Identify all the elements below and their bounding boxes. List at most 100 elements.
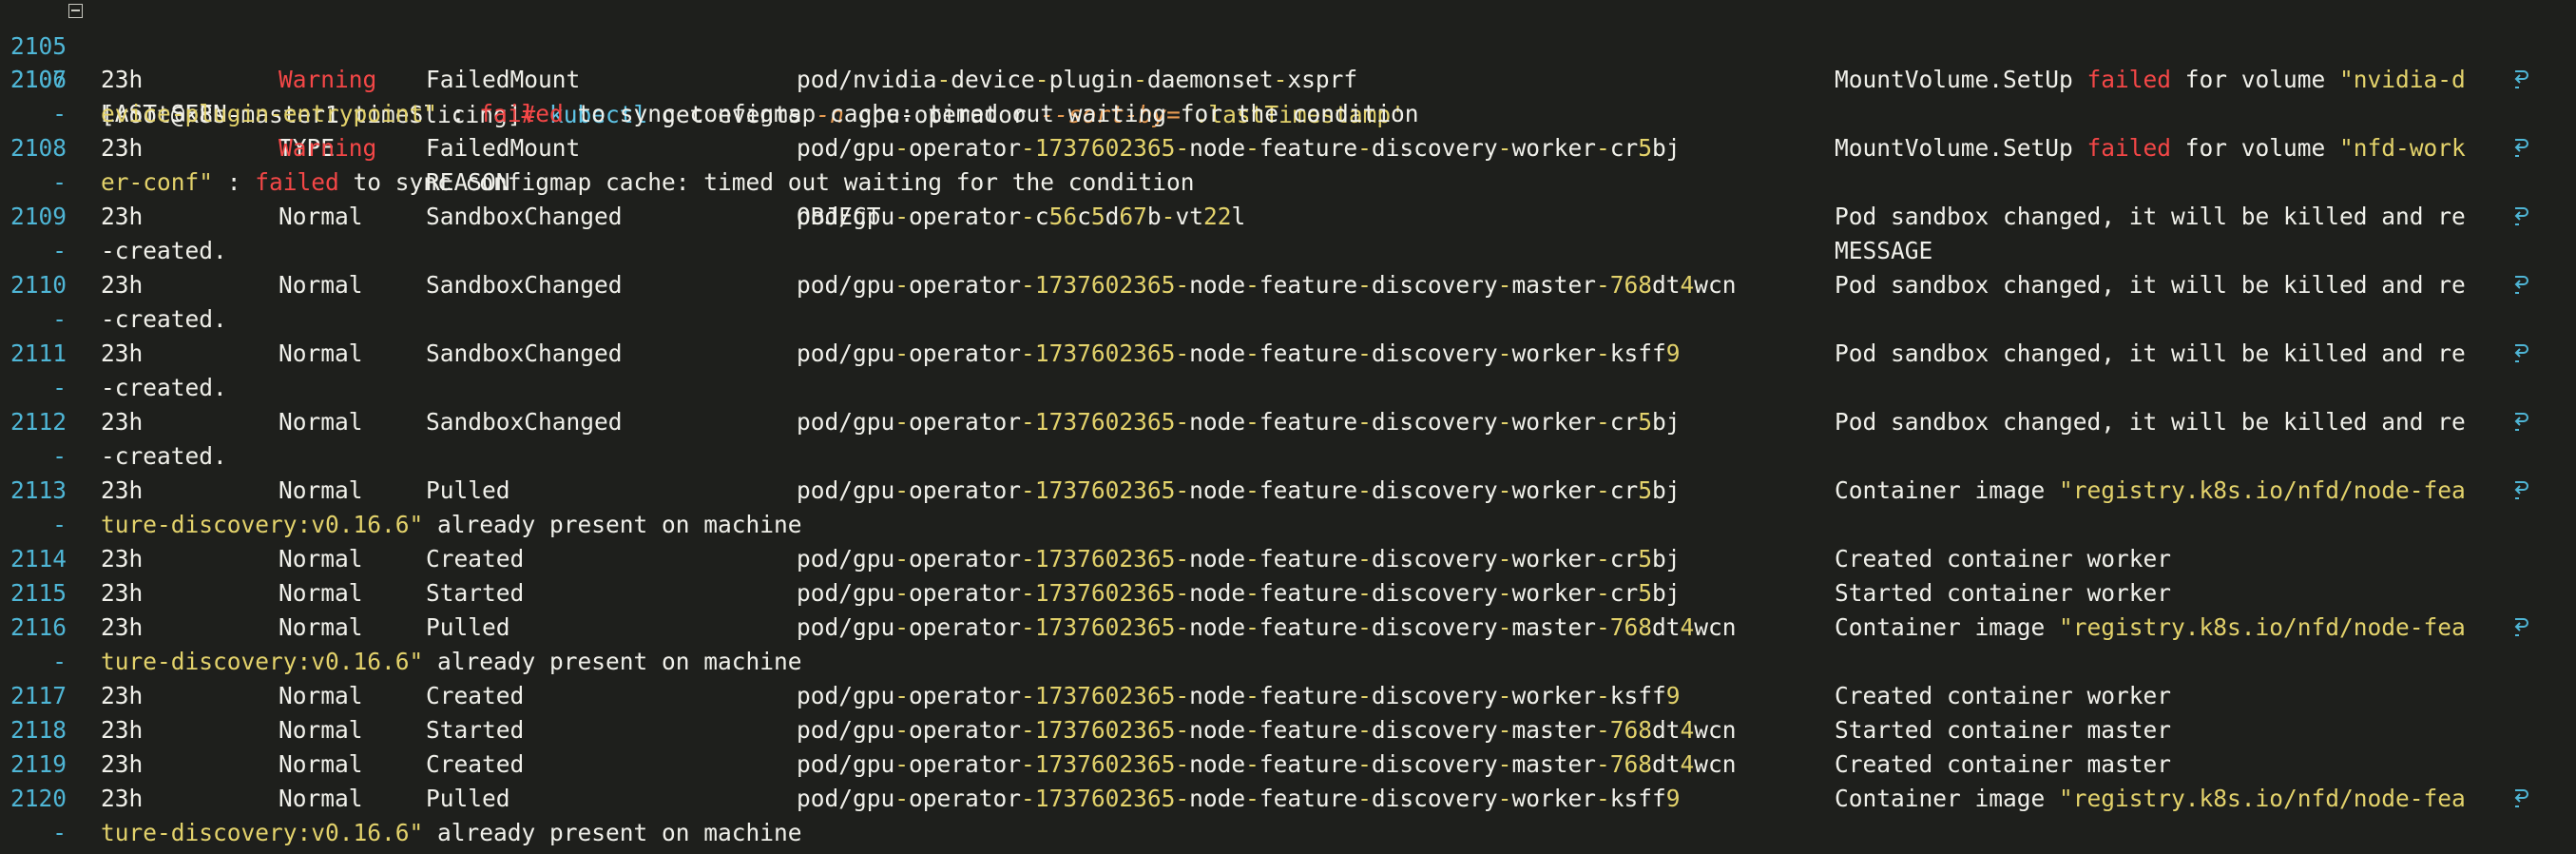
event-row: 2119 23h Normal Created pod/gpu-operator-173… [0,747,2576,782]
event-type: Warning [279,134,377,162]
event-last-seen: 23h [101,134,144,162]
event-reason: Started [426,716,525,744]
wrap-marker: - [52,305,67,333]
event-reason: SandboxChanged [426,408,623,436]
event-row: 2114 23h Normal Created pod/gpu-operator-173… [0,542,2576,576]
event-last-seen: 23h [101,785,144,812]
line-number: 2116 [10,613,67,641]
event-reason: FailedMount [426,66,581,93]
event-message-continuation: -created. [101,237,227,264]
event-row-continuation: - ture-discovery:v0.16.6" already present… [0,645,2576,679]
event-message-continuation: -created. [101,442,227,470]
message-part: er-conf" [101,168,214,196]
line-number: 2114 [10,545,67,573]
line-number: 2112 [10,408,67,436]
event-message: Created container worker [1835,545,2172,573]
message-part: for volume [2171,134,2340,162]
event-object: pod/gpu-operator-1737602365-node-feature… [797,545,1681,573]
line-number: 2110 [10,271,67,299]
event-message: Created container worker [1835,682,2172,709]
event-last-seen: 23h [101,579,144,607]
event-row-continuation: - -created. [0,371,2576,405]
wrap-marker: - [52,374,67,401]
event-message: MountVolume.SetUp failed for volume "nfd… [1835,131,2466,165]
event-row: 2120 23h Normal Pulled pod/gpu-operator-1737… [0,782,2576,816]
event-object: pod/gpu-operator-1737602365-node-feature… [797,613,1737,641]
event-last-seen: 23h [101,476,144,504]
message-part: "registry.k8s.io/nfd/node-fea [2059,785,2466,812]
message-part: evice-plugin-entrypoint" [101,100,438,127]
message-part: failed [255,168,339,196]
message-part: already present on machine [423,648,802,675]
event-row: 2107 23h Warning FailedMount pod/nvidia-devi… [0,63,2576,97]
event-reason: SandboxChanged [426,340,623,367]
event-message: Started container worker [1835,579,2172,607]
event-message-continuation: evice-plugin-entrypoint" : failed to syn… [101,97,1419,131]
event-type: Normal [279,271,363,299]
event-type: Normal [279,340,363,367]
line-wrap-icon [2514,207,2528,225]
message-part: failed [479,100,564,127]
message-part: for volume [2171,66,2340,93]
event-last-seen: 23h [101,66,144,93]
event-type: Normal [279,476,363,504]
message-part: already present on machine [423,511,802,538]
event-object: pod/gpu-operator-1737602365-node-feature… [797,476,1681,504]
fold-collapse-icon[interactable] [68,4,83,18]
wrap-marker: - [52,100,67,127]
event-last-seen: 23h [101,203,144,230]
terminal-window[interactable]: 2105 [root@k8s-master1 timeSlicing]# kub… [0,0,2576,854]
message-part: ture-discovery:v0.16.6" [101,648,424,675]
event-row: 2109 23h Normal SandboxChanged pod/gpu-opera… [0,200,2576,234]
event-type: Normal [279,716,363,744]
event-message-continuation: ture-discovery:v0.16.6" already present … [101,645,802,679]
line-number: 2118 [10,716,67,744]
wrap-marker: - [52,237,67,264]
event-last-seen: 23h [101,408,144,436]
message-part: MountVolume.SetUp [1835,134,2087,162]
event-message: Container image "registry.k8s.io/nfd/nod… [1835,474,2466,508]
event-message: Created container master [1835,750,2172,778]
event-row-continuation: - -created. [0,234,2576,268]
line-wrap-icon [2514,618,2528,636]
event-reason: Pulled [426,613,510,641]
event-row: 2117 23h Normal Created pod/gpu-operator-173… [0,679,2576,713]
message-part: ture-discovery:v0.16.6" [101,511,424,538]
message-part: Container image [1835,476,2060,504]
event-message: Pod sandbox changed, it will be killed a… [1835,271,2466,299]
event-type: Normal [279,579,363,607]
event-row: 2110 23h Normal SandboxChanged pod/gpu-opera… [0,268,2576,302]
event-row: 2116 23h Normal Pulled pod/gpu-operator-1737… [0,611,2576,645]
wrap-marker: - [52,168,67,196]
event-row: 2112 23h Normal SandboxChanged pod/gpu-opera… [0,405,2576,439]
event-reason: SandboxChanged [426,271,623,299]
event-row-continuation: - evice-plugin-entrypoint" : failed to sy… [0,97,2576,131]
event-row: 2118 23h Normal Started pod/gpu-operator-173… [0,713,2576,747]
event-type: Normal [279,613,363,641]
event-reason: FailedMount [426,134,581,162]
message-part: "nfd-work [2339,134,2466,162]
event-last-seen: 23h [101,613,144,641]
event-row: 2111 23h Normal SandboxChanged pod/gpu-opera… [0,337,2576,371]
message-part: already present on machine [423,819,802,846]
event-last-seen: 23h [101,682,144,709]
event-reason: Started [426,579,525,607]
event-last-seen: 23h [101,271,144,299]
message-part: to sync configmap cache: timed out waiti… [563,100,1419,127]
event-last-seen: 23h [101,340,144,367]
message-part: MountVolume.SetUp [1835,66,2087,93]
line-wrap-icon [2514,481,2528,499]
message-part: "nvidia-d [2339,66,2466,93]
event-object: pod/gpu-operator-1737602365-node-feature… [797,408,1681,436]
event-message: Pod sandbox changed, it will be killed a… [1835,203,2466,230]
event-reason: Created [426,545,525,573]
event-type: Warning [279,66,377,93]
event-row-continuation: - er-conf" : failed to sync configmap cac… [0,165,2576,200]
event-last-seen: 23h [101,545,144,573]
event-object: pod/gpu-operator-1737602365-node-feature… [797,682,1681,709]
event-message: MountVolume.SetUp failed for volume "nvi… [1835,63,2466,97]
wrap-marker: - [52,819,67,846]
event-row: 2108 23h Warning FailedMount pod/gpu-operato… [0,131,2576,165]
event-message-continuation: er-conf" : failed to sync configmap cach… [101,165,1195,200]
line-wrap-icon [2514,276,2528,294]
